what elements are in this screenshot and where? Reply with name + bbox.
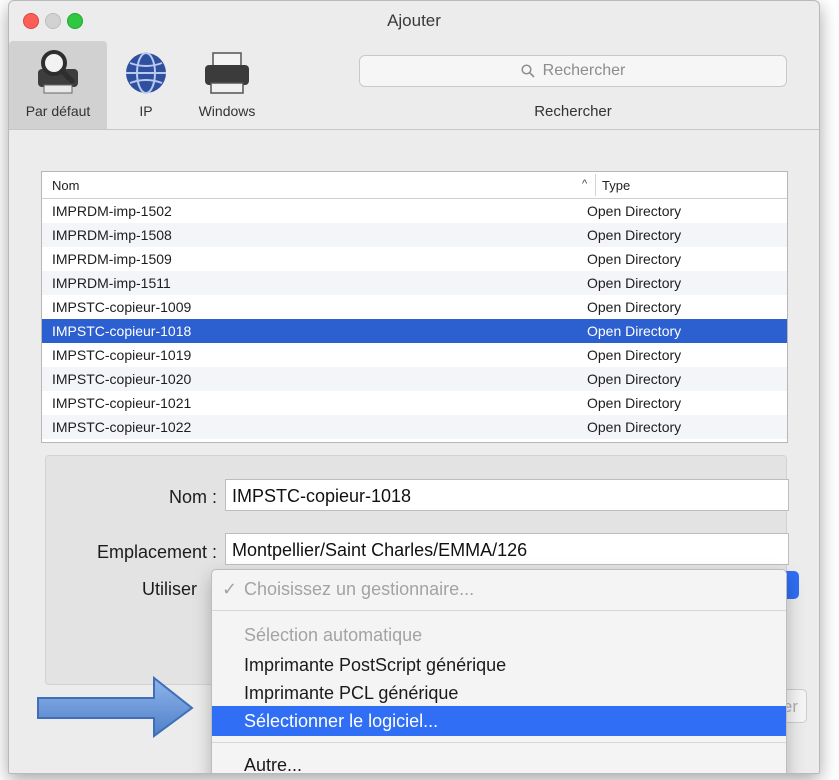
pointer-arrow-icon xyxy=(37,675,194,738)
title-bar: Ajouter xyxy=(9,1,819,41)
row-name: IMPRDM-imp-1508 xyxy=(52,227,172,243)
row-type: Open Directory xyxy=(587,371,682,387)
toolbar-ip-button[interactable]: IP xyxy=(109,41,183,129)
table-row[interactable]: IMPSTC-copieur-1020 Open Directory xyxy=(42,367,787,391)
row-type: Open Directory xyxy=(587,275,682,291)
table-row[interactable]: IMPRDM-imp-1511 Open Directory xyxy=(42,271,787,295)
toolbar: Par défaut IP Windows Rechercher Recherc… xyxy=(9,41,819,130)
list-header: Nom ^ Type xyxy=(42,172,787,199)
printer-list[interactable]: Nom ^ Type IMPRDM-imp-1502 Open Directory… xyxy=(41,171,788,443)
row-type: Open Directory xyxy=(587,347,682,363)
table-row[interactable]: IMPRDM-imp-1509 Open Directory xyxy=(42,247,787,271)
menu-item-auto-select: Sélection automatique xyxy=(212,620,786,650)
row-name: IMPRDM-imp-1502 xyxy=(52,203,172,219)
table-row[interactable]: IMPSTC-copieur-1022 Open Directory xyxy=(42,415,787,439)
column-header-type[interactable]: Type xyxy=(602,178,630,193)
row-name: IMPSTC-copieur-1020 xyxy=(52,371,192,387)
location-field[interactable]: Montpellier/Saint Charles/EMMA/126 xyxy=(225,533,789,565)
search-input[interactable]: Rechercher xyxy=(359,55,787,87)
menu-item-label: Imprimante PostScript générique xyxy=(244,655,507,675)
table-row[interactable]: IMPRDM-imp-1502 Open Directory xyxy=(42,199,787,223)
row-name: IMPSTC-copieur-1018 xyxy=(52,323,192,339)
menu-item-select-software[interactable]: Sélectionner le logiciel... xyxy=(212,706,786,736)
table-row[interactable]: IMPSTC-copieur-1009 Open Directory xyxy=(42,295,787,319)
row-name: IMPRDM-imp-1509 xyxy=(52,251,172,267)
search-label: Rechercher xyxy=(534,103,612,120)
default-printer-icon xyxy=(38,50,78,94)
table-row[interactable]: IMPSTC-copieur-1021 Open Directory xyxy=(42,391,787,415)
row-type: Open Directory xyxy=(587,323,682,339)
search-placeholder: Rechercher xyxy=(542,62,626,79)
search-icon xyxy=(521,64,535,78)
driver-popup-menu: ✓ Choisissez un gestionnaire... Sélectio… xyxy=(211,569,787,774)
menu-item-postscript-generic[interactable]: Imprimante PostScript générique xyxy=(212,650,786,680)
window-title: Ajouter xyxy=(387,11,441,30)
row-type: Open Directory xyxy=(587,227,682,243)
menu-item-other[interactable]: Autre... xyxy=(212,750,786,774)
printer-icon xyxy=(205,52,249,94)
toolbar-ip-label: IP xyxy=(139,103,153,119)
menu-item-pcl-generic[interactable]: Imprimante PCL générique xyxy=(212,678,786,708)
name-field[interactable]: IMPSTC-copieur-1018 xyxy=(225,479,789,511)
use-label: Utiliser xyxy=(141,579,197,599)
table-row-selected[interactable]: IMPSTC-copieur-1018 Open Directory xyxy=(42,319,787,343)
table-row[interactable]: IMPRDM-imp-1508 Open Directory xyxy=(42,223,787,247)
column-separator xyxy=(595,174,596,196)
row-name: IMPSTC-copieur-1009 xyxy=(52,299,192,315)
globe-icon xyxy=(126,52,166,94)
toolbar-windows-label: Windows xyxy=(198,103,256,119)
row-type: Open Directory xyxy=(587,251,682,267)
toolbar-windows-button[interactable]: Windows xyxy=(177,41,277,129)
table-row[interactable]: IMPSTC-copieur-1019 Open Directory xyxy=(42,343,787,367)
row-name: IMPSTC-copieur-1019 xyxy=(52,347,192,363)
location-label: Emplacement : xyxy=(96,542,217,562)
row-name: IMPSTC-copieur-1022 xyxy=(52,419,192,435)
toolbar-default-label: Par défaut xyxy=(25,103,91,119)
menu-item-label: Sélection automatique xyxy=(244,625,423,645)
toolbar-default-button[interactable]: Par défaut xyxy=(9,41,107,129)
menu-item-label: Choisissez un gestionnaire... xyxy=(244,579,475,599)
row-type: Open Directory xyxy=(587,299,682,315)
menu-item-label: Sélectionner le logiciel... xyxy=(244,711,439,731)
row-type: Open Directory xyxy=(587,419,682,435)
column-header-name[interactable]: Nom xyxy=(52,178,79,193)
row-name: IMPSTC-copieur-1021 xyxy=(52,395,192,411)
menu-divider xyxy=(212,742,786,743)
checkmark-icon: ✓ xyxy=(222,579,238,599)
menu-item-label: Imprimante PCL générique xyxy=(244,683,459,703)
menu-divider xyxy=(212,610,786,611)
row-type: Open Directory xyxy=(587,395,682,411)
menu-item-label: Autre... xyxy=(244,755,303,774)
sort-ascending-icon: ^ xyxy=(582,178,588,190)
row-name: IMPRDM-imp-1511 xyxy=(52,275,171,291)
search-area: Rechercher Rechercher xyxy=(359,55,787,120)
menu-item-choose-driver: ✓ Choisissez un gestionnaire... xyxy=(212,574,786,604)
add-printer-window: Ajouter Par défaut IP Windows Rechercher… xyxy=(8,0,820,774)
name-label: Nom : xyxy=(168,487,217,507)
row-type: Open Directory xyxy=(587,203,682,219)
